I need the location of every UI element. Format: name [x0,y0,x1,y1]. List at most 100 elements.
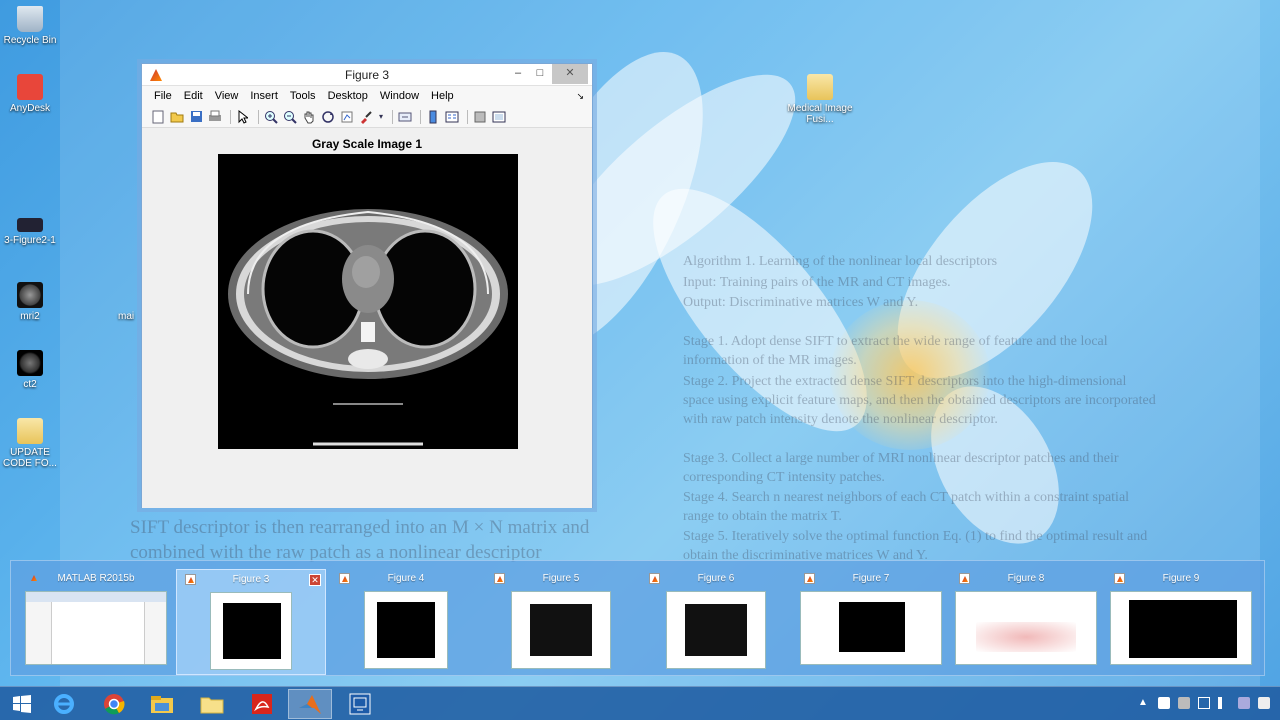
desktop-icon-medical-image-fusion[interactable]: Medical Image Fusi... [787,74,853,125]
switcher-item-figure-8[interactable]: Figure 8 [951,569,1101,675]
chrome-icon [104,694,125,715]
print-icon[interactable] [207,109,223,125]
desktop-icon-recycle-bin[interactable]: Recycle Bin [0,6,63,46]
window-preview [1110,591,1252,665]
switcher-item-matlab[interactable]: MATLAB R2015b [21,569,171,675]
file-explorer-icon [151,696,173,713]
figure-window[interactable]: Figure 3 – □ ✕ File Edit View Insert Too… [141,63,593,508]
switcher-item-label: Figure 8 [1007,573,1045,584]
remote-desktop-button[interactable] [338,689,382,719]
desktop-icon-ct2[interactable]: ct2 [0,350,63,390]
keyboard-icon[interactable] [1238,697,1250,709]
chevron-down-icon[interactable]: ▾ [377,109,385,125]
menu-tools[interactable]: Tools [284,90,322,102]
figure-toolbar: ▾ [142,106,592,128]
maximize-button[interactable]: □ [528,64,552,84]
menu-edit[interactable]: Edit [178,90,209,102]
switcher-item-figure-3[interactable]: Figure 3 ✕ [176,569,326,675]
colorbar-icon[interactable] [425,109,441,125]
desktop-icon-label: Medical Image Fusi... [787,103,853,125]
desktop-icon-anydesk[interactable]: AnyDesk [0,74,63,114]
close-icon[interactable]: ✕ [309,574,321,586]
data-cursor-icon[interactable] [339,109,355,125]
switcher-item-figure-6[interactable]: Figure 6 [641,569,791,675]
brush-icon[interactable] [358,109,374,125]
window-preview [955,591,1097,665]
switcher-item-label: MATLAB R2015b [57,573,135,584]
toolbar-separator [420,109,421,124]
toolbar-separator [230,109,231,124]
tray-app-icon[interactable] [1158,697,1170,709]
toolbar-separator [392,109,393,124]
hide-plot-tools-icon[interactable] [472,109,488,125]
window-switcher: MATLAB R2015b Figure 3 ✕ Figure 4 Figure… [10,560,1265,676]
show-plot-tools-icon[interactable] [491,109,507,125]
new-figure-icon[interactable] [150,109,166,125]
menu-view[interactable]: View [209,90,245,102]
notification-icon[interactable] [1258,697,1270,709]
desktop-icon-label: ct2 [23,379,37,390]
switcher-item-figure-5[interactable]: Figure 5 [486,569,636,675]
menu-file[interactable]: File [148,90,178,102]
switcher-item-figure-4[interactable]: Figure 4 [331,569,481,675]
window-preview [800,591,942,665]
toolbar-separator [467,109,468,124]
tray-app-icon[interactable] [1178,697,1190,709]
rotate-icon[interactable] [320,109,336,125]
desktop-icon-label: 3-Figure2-1 [4,235,56,246]
start-button[interactable] [0,689,44,719]
doc-algo-title: Algorithm 1. Learning of the nonlinear l… [683,254,998,269]
open-file-icon[interactable] [169,109,185,125]
desktop-icon-label: mri2 [20,311,40,322]
dock-arrow-icon[interactable]: ↘ [576,91,584,102]
pointer-icon[interactable] [235,109,251,125]
window-preview [364,591,448,669]
doc-stage4: Stage 4. Search n nearest neighbors of e… [683,490,1130,524]
legend-icon[interactable] [444,109,460,125]
system-tray: ▲ [1138,697,1270,709]
close-button[interactable]: ✕ [552,64,588,84]
save-icon[interactable] [188,109,204,125]
acrobat-button[interactable] [240,689,284,719]
menu-bar: File Edit View Insert Tools Desktop Wind… [142,86,592,106]
switcher-item-figure-7[interactable]: Figure 7 [796,569,946,675]
zoom-out-icon[interactable] [282,109,298,125]
doc-left-paragraph: SIFT descriptor is then rearranged into … [130,517,590,563]
file-explorer-button[interactable] [140,689,184,719]
volume-icon[interactable] [1218,697,1230,709]
menu-insert[interactable]: Insert [244,90,284,102]
recycle-bin-icon [17,6,43,32]
folder-icon [807,74,833,100]
switcher-item-figure-9[interactable]: Figure 9 [1106,569,1256,675]
pan-icon[interactable] [301,109,317,125]
doc-stage1: Stage 1. Adopt dense SIFT to extract the… [683,334,1108,368]
chevron-up-icon[interactable]: ▲ [1138,697,1150,709]
switcher-item-label: Figure 6 [697,573,735,584]
zoom-in-icon[interactable] [263,109,279,125]
title-bar[interactable]: Figure 3 – □ ✕ [142,64,592,86]
desktop-icon-3-figure2-1[interactable]: 3-Figure2-1 [0,218,63,246]
remote-desktop-icon [349,693,371,715]
internet-explorer-button[interactable] [42,689,86,719]
chrome-button[interactable] [92,689,136,719]
figure-canvas: Gray Scale Image 1 [142,128,592,508]
link-icon[interactable] [397,109,413,125]
anydesk-icon [17,74,43,100]
matlab-taskbar-button[interactable] [288,689,332,719]
window-preview [210,592,292,670]
minimize-button[interactable]: – [506,64,530,84]
image-file-icon [17,282,43,308]
network-icon[interactable] [1198,697,1210,709]
window-preview [25,591,167,665]
menu-window[interactable]: Window [374,90,425,102]
desktop-icon-update-code[interactable]: UPDATE CODE FO... [0,418,63,469]
matlab-icon [299,695,321,714]
menu-desktop[interactable]: Desktop [322,90,374,102]
menu-help[interactable]: Help [425,90,460,102]
desktop-icon-mri2[interactable]: mri2 [0,282,63,322]
folder-button[interactable] [190,689,234,719]
taskbar: ▲ [0,686,1280,720]
plot-title: Gray Scale Image 1 [311,137,423,151]
desktop-icon-label: AnyDesk [9,103,50,114]
doc-stage3: Stage 3. Collect a large number of MRI n… [683,451,1119,485]
